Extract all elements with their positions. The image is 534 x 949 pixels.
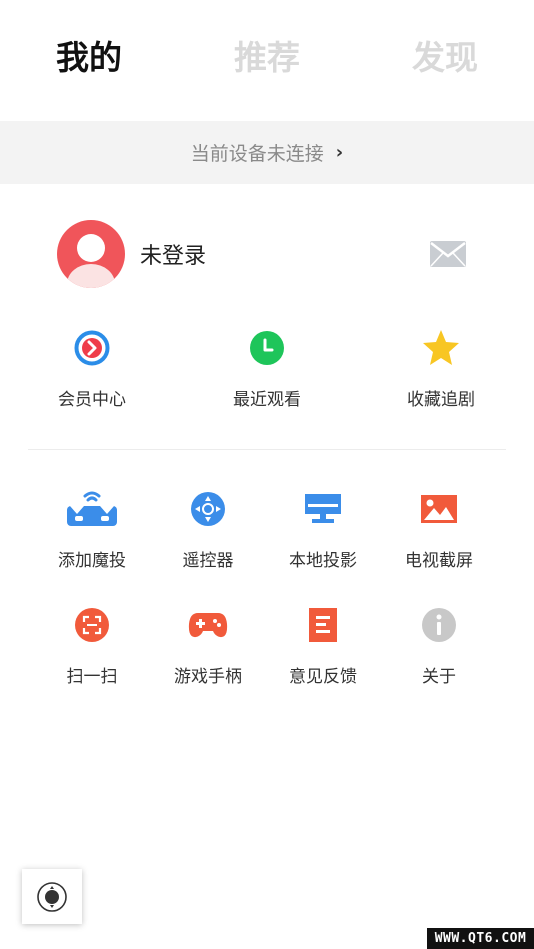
add-device-button[interactable]: 添加魔投: [37, 489, 147, 571]
section-divider: [28, 449, 506, 450]
tools-row-1: 添加魔投 遥控器 本地投影 电视截屏: [0, 489, 534, 579]
vip-play-icon: [72, 328, 112, 368]
vip-center-button[interactable]: 会员中心: [32, 328, 152, 410]
feedback-button[interactable]: 意见反馈: [268, 605, 378, 687]
remote-control-button[interactable]: 遥控器: [153, 489, 263, 571]
scan-label: 扫一扫: [66, 667, 118, 687]
login-status[interactable]: 未登录: [140, 238, 206, 270]
favorites-label: 收藏追剧: [407, 390, 475, 410]
mail-icon[interactable]: [430, 241, 466, 267]
remote-control-label: 遥控器: [182, 551, 234, 571]
profile-row[interactable]: 未登录: [57, 220, 497, 288]
recent-watch-button[interactable]: 最近观看: [207, 328, 327, 410]
floating-assistant-button[interactable]: [22, 869, 82, 924]
local-projection-button[interactable]: 本地投影: [268, 489, 378, 571]
gamepad-button[interactable]: 游戏手柄: [153, 605, 263, 687]
monitor-icon: [303, 489, 343, 529]
gamepad-icon: [188, 605, 228, 645]
tv-screenshot-button[interactable]: 电视截屏: [384, 489, 494, 571]
site-watermark: WWW.QT6.COM: [427, 928, 534, 949]
device-status-text: 当前设备未连接: [190, 143, 324, 165]
about-label: 关于: [422, 667, 456, 687]
tab-mine[interactable]: 我的: [29, 36, 149, 80]
quick-actions: 会员中心 最近观看 收藏追剧: [0, 328, 534, 418]
vip-center-label: 会员中心: [58, 390, 126, 410]
scan-icon: [72, 605, 112, 645]
recent-watch-label: 最近观看: [233, 390, 301, 410]
info-icon: [419, 605, 459, 645]
top-tab-bar: 我的 推荐 发现: [0, 0, 534, 120]
tab-recommend[interactable]: 推荐: [207, 36, 327, 80]
remote-dpad-icon: [188, 489, 228, 529]
target-icon: [37, 881, 67, 912]
avatar-icon[interactable]: [57, 220, 125, 288]
gamepad-label: 游戏手柄: [174, 667, 242, 687]
chevron-right-icon: ›: [335, 142, 344, 163]
tools-row-2: 扫一扫 游戏手柄 意见反馈 关于: [0, 605, 534, 695]
scan-button[interactable]: 扫一扫: [37, 605, 147, 687]
feedback-label: 意见反馈: [289, 667, 357, 687]
device-connection-bar[interactable]: 当前设备未连接 ›: [0, 121, 534, 184]
about-button[interactable]: 关于: [384, 605, 494, 687]
add-device-label: 添加魔投: [58, 551, 126, 571]
tv-screenshot-label: 电视截屏: [405, 551, 473, 571]
document-icon: [303, 605, 343, 645]
local-projection-label: 本地投影: [289, 551, 357, 571]
star-icon: [421, 328, 461, 368]
clock-icon: [247, 328, 287, 368]
device-wifi-icon: [64, 489, 120, 529]
tab-discover[interactable]: 发现: [385, 36, 505, 80]
favorites-button[interactable]: 收藏追剧: [381, 328, 501, 410]
image-icon: [419, 489, 459, 529]
